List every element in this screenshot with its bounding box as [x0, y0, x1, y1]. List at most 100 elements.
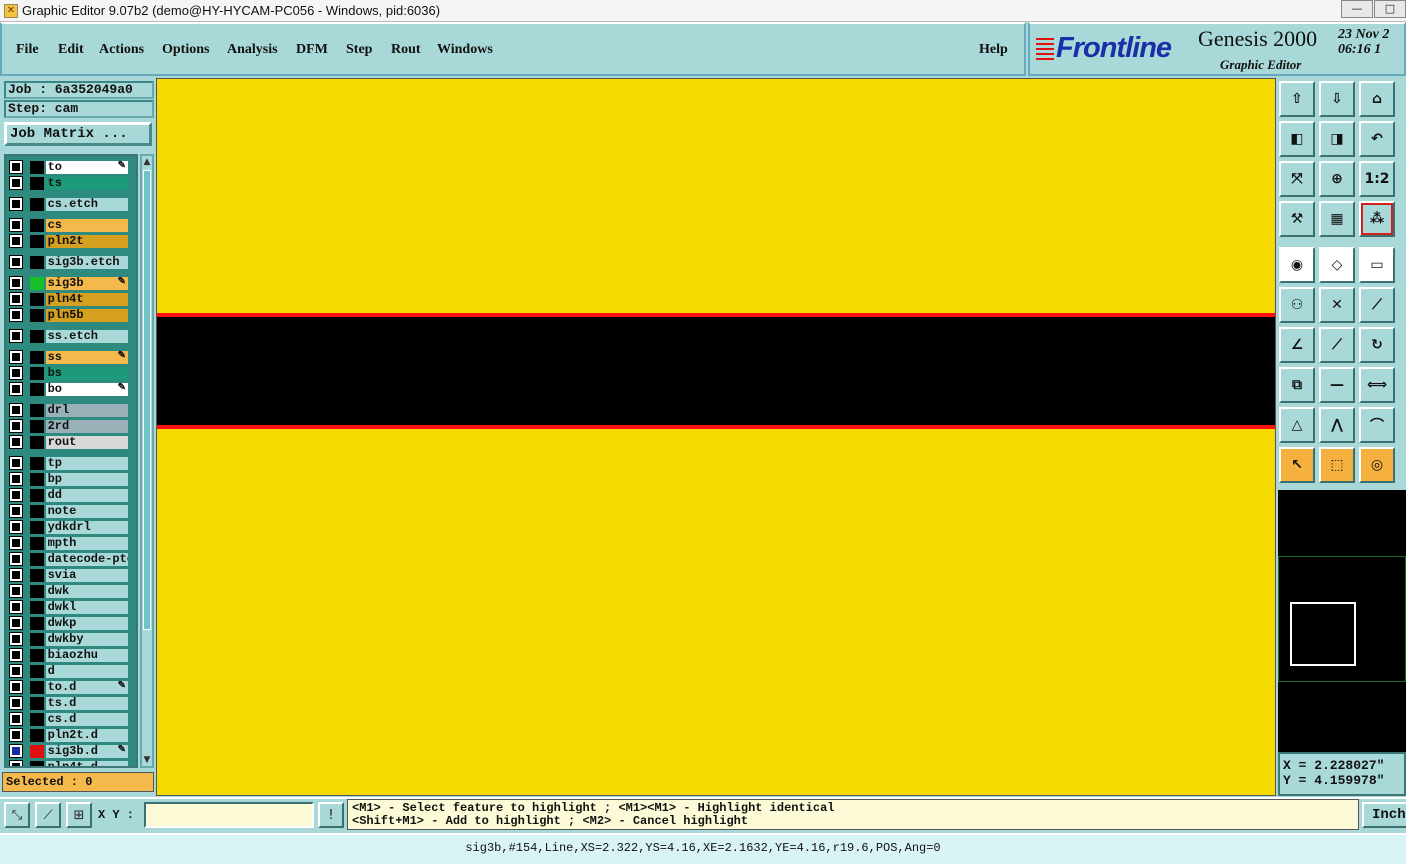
layer-name[interactable]: ts.d	[45, 696, 128, 710]
layer-row[interactable]: 2rd	[8, 419, 128, 433]
layer-row[interactable]: sig3b.d ✎	[8, 744, 128, 758]
wrench-icon[interactable]: ⚒	[1279, 201, 1315, 237]
layer-row[interactable]: biaozhu	[8, 648, 128, 662]
layer-name[interactable]: dwk	[45, 584, 128, 598]
arc-icon[interactable]: ⌒	[1359, 407, 1395, 443]
angle-icon[interactable]: ∠	[1279, 327, 1315, 363]
layer-checkbox[interactable]	[9, 664, 23, 678]
layer-name[interactable]: dwkl	[45, 600, 128, 614]
menu-options[interactable]: Options	[162, 42, 209, 58]
layer-color-swatch[interactable]	[29, 350, 44, 364]
layer-row[interactable]: to.d ✎	[8, 680, 128, 694]
zoom-home-icon[interactable]: ⇧	[1279, 81, 1315, 117]
minimize-button[interactable]: —	[1341, 0, 1373, 18]
undo-view-icon[interactable]: ↶	[1359, 121, 1395, 157]
layer-row[interactable]: pln2t	[8, 234, 128, 248]
layer-name[interactable]: datecode-ptc	[45, 552, 128, 566]
layer-color-swatch[interactable]	[29, 728, 44, 742]
trace-line-feature[interactable]	[157, 317, 1275, 425]
xy-input[interactable]	[144, 802, 314, 828]
layer-checkbox[interactable]	[9, 632, 23, 646]
layer-row[interactable]: note	[8, 504, 128, 518]
layer-color-swatch[interactable]	[29, 600, 44, 614]
pan-right-icon[interactable]: ◨	[1319, 121, 1355, 157]
layer-row[interactable]: rout	[8, 435, 128, 449]
ruler-icon[interactable]: ▭	[1359, 247, 1395, 283]
layer-row[interactable]: mpth	[8, 536, 128, 550]
layer-color-swatch[interactable]	[29, 488, 44, 502]
zoom-1to2-icon[interactable]: 1:2	[1359, 161, 1395, 197]
menu-edit[interactable]: Edit	[58, 42, 84, 58]
layer-checkbox[interactable]	[9, 292, 23, 306]
layer-row[interactable]: dwkby	[8, 632, 128, 646]
layer-color-swatch[interactable]	[29, 292, 44, 306]
layer-checkbox[interactable]	[9, 472, 23, 486]
menu-help[interactable]: Help	[979, 42, 1008, 58]
layer-checkbox[interactable]	[9, 568, 23, 582]
layer-checkbox[interactable]	[9, 176, 23, 190]
layer-row[interactable]: ss.etch	[8, 329, 128, 343]
layer-checkbox[interactable]	[9, 382, 23, 396]
layer-name[interactable]: ss.etch	[45, 329, 128, 343]
layer-name[interactable]: drl	[45, 403, 128, 417]
layer-checkbox[interactable]	[9, 350, 23, 364]
layer-name[interactable]: tp	[45, 456, 128, 470]
layer-row[interactable]: cs.etch	[8, 197, 128, 211]
layer-checkbox[interactable]	[9, 160, 23, 174]
layer-row[interactable]: pln4t.d	[8, 760, 128, 766]
intersect-icon[interactable]: ✕	[1319, 287, 1355, 323]
layer-name[interactable]: pln2t.d	[45, 728, 128, 742]
layer-checkbox[interactable]	[9, 255, 23, 269]
layer-row[interactable]: sig3b.etch	[8, 255, 128, 269]
home-view-icon[interactable]: ⌂	[1359, 81, 1395, 117]
layer-row[interactable]: pln4t	[8, 292, 128, 306]
measure-icon[interactable]: ⟋	[35, 802, 61, 828]
layer-row[interactable]: pln5b	[8, 308, 128, 322]
layer-color-swatch[interactable]	[29, 435, 44, 449]
layer-name[interactable]: 2rd	[45, 419, 128, 433]
layer-name[interactable]: cs.d	[45, 712, 128, 726]
menu-windows[interactable]: Windows	[437, 42, 493, 58]
graphic-canvas[interactable]	[156, 78, 1276, 796]
layer-color-swatch[interactable]	[29, 744, 44, 758]
layer-color-swatch[interactable]	[29, 536, 44, 550]
layer-checkbox[interactable]	[9, 218, 23, 232]
layer-color-swatch[interactable]	[29, 329, 44, 343]
layer-row[interactable]: drl	[8, 403, 128, 417]
zoom-out-icon[interactable]: ⇩	[1319, 81, 1355, 117]
overview-map[interactable]	[1278, 490, 1406, 752]
layer-name[interactable]: pln4t.d	[45, 760, 128, 766]
snap-tool-icon[interactable]: ⁂	[1359, 201, 1395, 237]
arc-up-icon[interactable]: ⋀	[1319, 407, 1355, 443]
connect-icon[interactable]: ⚇	[1279, 287, 1315, 323]
layer-name[interactable]: pln5b	[45, 308, 128, 322]
layer-color-swatch[interactable]	[29, 197, 44, 211]
break-line-icon[interactable]: —	[1319, 367, 1355, 403]
menu-analysis[interactable]: Analysis	[227, 42, 278, 58]
layer-checkbox[interactable]	[9, 419, 23, 433]
layer-row[interactable]: dwkp	[8, 616, 128, 630]
layer-checkbox[interactable]	[9, 234, 23, 248]
select-arrow-icon[interactable]: ↖	[1279, 447, 1315, 483]
layer-checkbox[interactable]	[9, 520, 23, 534]
layer-checkbox[interactable]	[9, 760, 23, 766]
layer-name[interactable]: bo ✎	[45, 382, 128, 396]
units-button[interactable]: Inch	[1362, 802, 1406, 828]
select-circle-icon[interactable]: ◎	[1359, 447, 1395, 483]
layer-name[interactable]: biaozhu	[45, 648, 128, 662]
layer-color-swatch[interactable]	[29, 255, 44, 269]
layer-color-swatch[interactable]	[29, 696, 44, 710]
layer-name[interactable]: svia	[45, 568, 128, 582]
rotate-icon[interactable]: ↻	[1359, 327, 1395, 363]
layer-checkbox[interactable]	[9, 712, 23, 726]
layer-name[interactable]: note	[45, 504, 128, 518]
layer-color-swatch[interactable]	[29, 568, 44, 582]
layer-name[interactable]: to ✎	[45, 160, 128, 174]
layer-name[interactable]: ss ✎	[45, 350, 128, 364]
line-edit-icon[interactable]: ⟋	[1319, 327, 1355, 363]
layer-row[interactable]: bs	[8, 366, 128, 380]
layer-name[interactable]: mpth	[45, 536, 128, 550]
layer-color-swatch[interactable]	[29, 520, 44, 534]
layer-row[interactable]: sig3b ✎	[8, 276, 128, 290]
menu-file[interactable]: File	[16, 42, 39, 58]
